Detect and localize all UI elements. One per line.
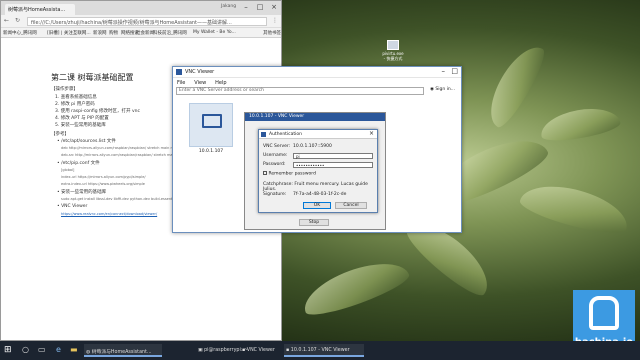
bookmark-item[interactable]: [旧槽] | 关注互联网... bbox=[47, 30, 91, 36]
minimize-icon[interactable]: – bbox=[442, 67, 446, 75]
bookmark-item[interactable]: 其他书签 bbox=[263, 30, 281, 36]
chrome-icon: ◍ bbox=[86, 350, 91, 355]
step-item: 1. 查看系统基础信息 bbox=[55, 95, 97, 100]
profile-label[interactable]: Jakang bbox=[221, 4, 236, 9]
code-line: [global] bbox=[61, 168, 75, 172]
menu-view[interactable]: View bbox=[194, 80, 206, 86]
vnc-icon: ▪ bbox=[286, 348, 290, 353]
bookmark-item[interactable]: 社会新闻 bbox=[136, 30, 154, 36]
stop-button[interactable]: Stop bbox=[299, 219, 329, 226]
monitor-icon bbox=[202, 114, 222, 128]
vnc-download-link[interactable]: https://www.realvnc.com/en/connect/downl… bbox=[61, 212, 157, 216]
taskbar-item-vnc-session[interactable]: ▪ 10.0.1.107 - VNC Viewer bbox=[284, 344, 364, 357]
user-icon: ◉ bbox=[430, 87, 434, 92]
vnc-search-input[interactable]: Enter a VNC Server address or search bbox=[176, 87, 424, 95]
bookmark-item[interactable]: 新浪网 bbox=[93, 30, 107, 36]
vnc-logo-icon bbox=[176, 69, 182, 75]
minimize-icon[interactable]: – bbox=[239, 1, 253, 13]
server-value: 10.0.1.107::5900 bbox=[293, 144, 332, 149]
wallpaper-leaf bbox=[297, 252, 413, 322]
address-bar-row: ← ↻ file:///C:/Users/zhuji/hachina/树莓派操作… bbox=[1, 15, 281, 28]
close-icon[interactable]: × bbox=[369, 130, 374, 137]
signature-label: Signature: bbox=[263, 192, 287, 197]
ref-heading: • /etc/pip.conf 文件 bbox=[57, 161, 100, 166]
house-logo-icon bbox=[589, 296, 619, 330]
maximize-icon[interactable]: □ bbox=[253, 1, 267, 13]
code-line: extra-index-url https://www.piwheels.org… bbox=[61, 182, 145, 186]
edge-icon[interactable]: e bbox=[56, 345, 61, 354]
vnc-menu-bar: File View Help bbox=[173, 78, 461, 86]
bookmarks-bar: 新闻中心_腾讯网 [旧槽] | 关注互联网... 新浪网 购物 网络搜索 社会新… bbox=[1, 28, 281, 38]
auth-dialog: Authentication × VNC Server: 10.0.1.107:… bbox=[258, 129, 378, 213]
password-field[interactable]: •••••••••••• bbox=[293, 162, 373, 168]
auth-titlebar: Authentication × bbox=[259, 130, 377, 139]
vnc-title: VNC Viewer bbox=[185, 69, 215, 75]
password-label: Password: bbox=[263, 162, 286, 167]
remember-label: Remember password bbox=[268, 171, 316, 177]
bookmark-item[interactable]: 新闻中心_腾讯网 bbox=[3, 30, 37, 36]
bookmark-item[interactable]: My Wallet - Be Yo... bbox=[193, 30, 236, 35]
connection-tile[interactable] bbox=[189, 103, 233, 147]
terminal-icon: ▣ bbox=[198, 348, 203, 353]
connection-tile-label: 10.0.1.107 bbox=[198, 149, 224, 154]
ref-heading: • VNC Viewer bbox=[57, 204, 88, 209]
tab-title: 树莓派与HomeAssista... bbox=[8, 7, 66, 13]
step-item: 4. 修改 APT 与 PIP 的配置 bbox=[55, 116, 109, 121]
browser-tab[interactable]: 树莓派与HomeAssista... bbox=[5, 4, 75, 15]
wallpaper-leaf bbox=[538, 103, 622, 145]
vnc-icon: ▪ bbox=[242, 348, 246, 353]
maximize-icon[interactable]: □ bbox=[451, 67, 458, 75]
ref-heading: • /etc/apt/sources.list 文件 bbox=[57, 139, 116, 144]
desktop-shortcut[interactable]: pivirtu.exe - 快捷方式 bbox=[382, 40, 404, 62]
step-item: 5. 安装一些常用的基础库 bbox=[55, 123, 106, 128]
signature-value: 7f-7a-a4-48-03-1f-2c-de bbox=[293, 192, 347, 197]
page-heading: 第二课 树莓派基础配置 bbox=[51, 73, 134, 82]
checkbox-icon bbox=[263, 171, 267, 175]
taskbar: ⊞ ○ ▭ e ▬ ◍ 树莓派与HomeAssistant... ▣ pi@ra… bbox=[0, 341, 640, 360]
vnc-logo-icon bbox=[261, 132, 266, 137]
folder-icon[interactable]: ▬ bbox=[70, 345, 78, 354]
windows-start-icon[interactable]: ⊞ bbox=[4, 345, 12, 355]
url-input[interactable]: file:///C:/Users/zhuji/hachina/树莓派操作视频/树… bbox=[27, 17, 267, 26]
step-item: 2. 修改 pi 用户密码 bbox=[55, 102, 95, 107]
username-field[interactable]: pi bbox=[293, 153, 373, 159]
desktop-shortcut-label: pivirtu.exe - 快捷方式 bbox=[382, 51, 404, 61]
catchphrase-text: Catchphrase: Fruit menu mercury. Lucas g… bbox=[263, 182, 368, 192]
username-label: Username: bbox=[263, 153, 288, 158]
cancel-button[interactable]: Cancel bbox=[335, 202, 367, 209]
wallpaper-leaf bbox=[517, 176, 633, 240]
search-icon[interactable]: ○ bbox=[22, 345, 29, 354]
server-label: VNC Server: bbox=[263, 144, 291, 149]
ref-heading: • 安装一些常用的基础库 bbox=[57, 190, 107, 195]
menu-help[interactable]: Help bbox=[215, 80, 226, 86]
reload-icon[interactable]: ↻ bbox=[15, 17, 20, 24]
bookmark-item[interactable]: 科技前沿_腾讯网 bbox=[153, 30, 187, 36]
menu-file[interactable]: File bbox=[177, 80, 185, 86]
session-title: 10.0.1.107 - VNC Viewer bbox=[245, 113, 385, 121]
close-icon[interactable]: × bbox=[267, 1, 281, 13]
steps-title: 【操作步骤】 bbox=[51, 87, 78, 92]
menu-icon[interactable]: ⋮ bbox=[272, 17, 278, 24]
taskbar-item-vnc[interactable]: ▪ VNC Viewer bbox=[240, 344, 282, 357]
vnc-titlebar: VNC Viewer – □ bbox=[173, 67, 461, 78]
browser-tab-bar: 树莓派与HomeAssista... Jakang – □ × bbox=[1, 1, 281, 15]
back-icon[interactable]: ← bbox=[4, 17, 9, 24]
code-line: index-url https://mirrors.aliyun.com/pyp… bbox=[61, 175, 146, 179]
taskbar-item-browser[interactable]: ◍ 树莓派与HomeAssistant... bbox=[84, 344, 162, 357]
computer-icon bbox=[387, 40, 399, 50]
wallpaper-leaf bbox=[479, 38, 551, 132]
bookmark-item[interactable]: 购物 bbox=[109, 30, 118, 36]
sign-in-button[interactable]: ◉ Sign in... bbox=[430, 87, 455, 92]
step-item: 3. 使用 raspi-config 修改时区，打开 vnc bbox=[55, 109, 140, 114]
remember-password-checkbox[interactable]: Remember password bbox=[263, 171, 316, 177]
ok-button[interactable]: OK bbox=[303, 202, 331, 209]
task-view-icon[interactable]: ▭ bbox=[38, 345, 46, 354]
auth-title: Authentication bbox=[269, 132, 303, 137]
ref-title: 【参考】 bbox=[51, 132, 69, 137]
